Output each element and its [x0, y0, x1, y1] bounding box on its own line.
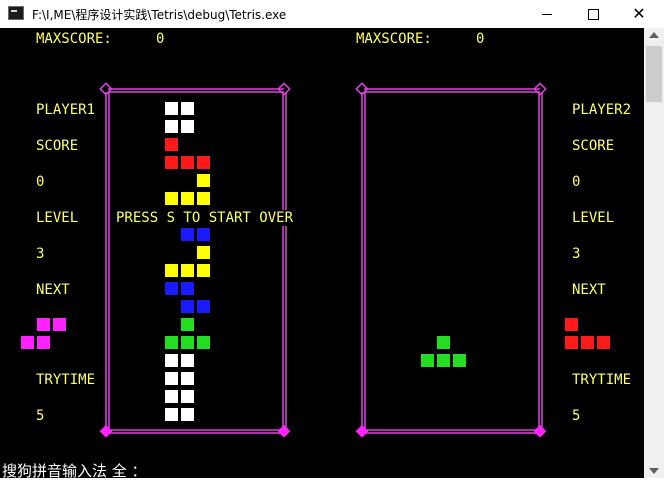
tetris-block: [181, 282, 194, 295]
p2-next-piece: [565, 318, 610, 349]
tetris-block: [197, 192, 210, 205]
tetris-block: [181, 318, 194, 331]
tetris-block: [181, 228, 194, 241]
tetris-block: [165, 282, 178, 295]
p2-falling-piece: [421, 336, 466, 367]
tetris-block: [165, 372, 178, 385]
next-piece-block: [37, 318, 50, 331]
tetris-block: [181, 372, 194, 385]
tetris-block: [165, 156, 178, 169]
tetris-block: [181, 120, 194, 133]
next-piece-block: [597, 336, 610, 349]
tetris-block: [197, 228, 210, 241]
tetris-block: [197, 336, 210, 349]
tetris-block: [165, 336, 178, 349]
tetris-block: [165, 102, 178, 115]
tetris-block: [197, 156, 210, 169]
game-graphics: [21, 82, 610, 438]
falling-piece-block: [453, 354, 466, 367]
p1-next-piece: [21, 318, 66, 349]
falling-piece-block: [437, 354, 450, 367]
p1-block-stack: [165, 102, 210, 421]
tetris-block: [181, 192, 194, 205]
tetris-block: [165, 390, 178, 403]
tetris-block: [197, 174, 210, 187]
next-piece-block: [37, 336, 50, 349]
tetris-block: [181, 264, 194, 277]
tetris-block: [165, 264, 178, 277]
p1-game-over-message: PRESS S TO START OVER: [116, 210, 294, 226]
next-piece-block: [581, 336, 594, 349]
tetris-block: [197, 264, 210, 277]
p2-board-border: [355, 82, 547, 434]
next-piece-block: [21, 336, 34, 349]
tetris-block: [197, 300, 210, 313]
next-piece-block: [565, 336, 578, 349]
falling-piece-block: [421, 354, 434, 367]
tetris-block: [165, 120, 178, 133]
tetris-block: [181, 300, 194, 313]
tetris-block: [165, 408, 178, 421]
next-piece-block: [53, 318, 66, 331]
p2-board-corner-bottom: [355, 424, 547, 438]
next-piece-block: [565, 318, 578, 331]
tetris-block: [181, 336, 194, 349]
p1-board-border: [99, 82, 291, 434]
tetris-block: [165, 138, 178, 151]
tetris-block: [181, 390, 194, 403]
p1-board-corner-bottom: [99, 424, 291, 438]
tetris-block: [165, 354, 178, 367]
tetris-block: [165, 192, 178, 205]
tetris-block: [181, 102, 194, 115]
tetris-block: [181, 156, 194, 169]
tetris-block: [197, 246, 210, 259]
tetris-block: [181, 408, 194, 421]
falling-piece-block: [437, 336, 450, 349]
tetris-block: [181, 354, 194, 367]
